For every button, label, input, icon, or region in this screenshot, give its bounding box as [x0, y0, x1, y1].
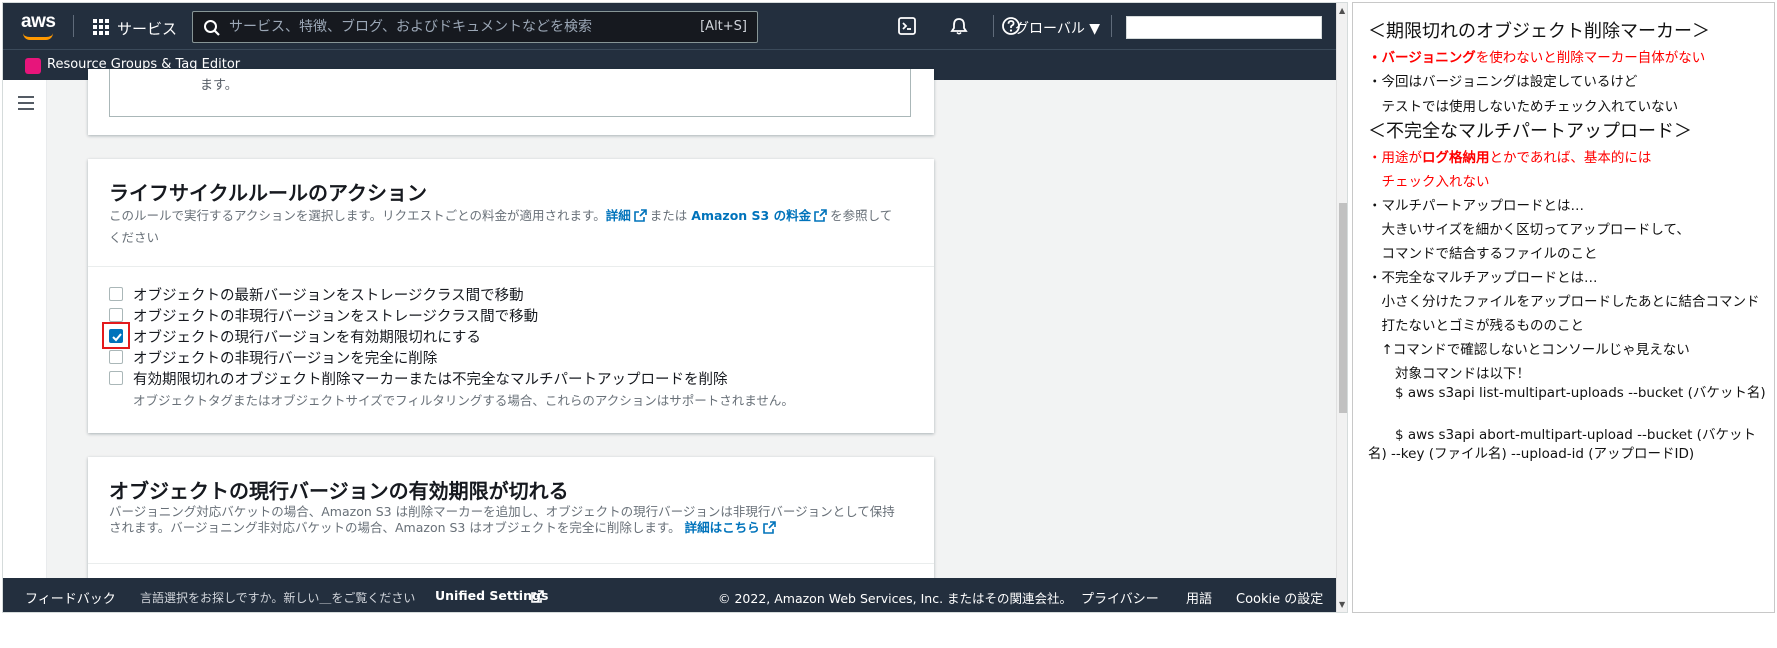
side-navigation-collapsed	[3, 80, 47, 578]
note-line: テストでは使用しないためチェック入れていない	[1368, 99, 1679, 115]
checkbox[interactable]	[109, 287, 123, 301]
external-link-icon	[814, 209, 827, 222]
resource-groups-icon	[25, 58, 41, 74]
checkbox[interactable]	[109, 350, 123, 364]
checkbox[interactable]	[109, 308, 123, 322]
note-line: コマンドで結合するファイルのこと	[1368, 246, 1598, 262]
note-text: ・用途が	[1368, 150, 1422, 166]
cookie-settings-link[interactable]: Cookie の設定	[1236, 588, 1323, 607]
s3-pricing-link[interactable]: Amazon S3 の料金	[691, 208, 811, 223]
note-line: ・今回はバージョニングは設定しているけど	[1368, 74, 1638, 90]
note-line: ・不完全なマルチアップロードとは…	[1368, 270, 1598, 286]
external-link-icon	[633, 209, 647, 222]
note-line: ・用途がログ格納用とかであれば、基本的には	[1368, 146, 1651, 166]
details-link[interactable]: 詳細	[606, 208, 631, 223]
external-link-icon	[531, 590, 544, 603]
search-shortcut-hint: [Alt+S]	[700, 19, 747, 34]
lifecycle-actions-title: ライフサイクルルールのアクション	[109, 181, 427, 205]
description-text: を参照して	[830, 208, 893, 223]
description-text: されます。バージョニング非対応バケットの場合、Amazon S3 はオブジェクト…	[109, 520, 681, 535]
description-text: バージョニング対応バケットの場合、Amazon S3 は削除マーカーを追加し、オ…	[109, 504, 895, 519]
checkbox[interactable]	[109, 371, 123, 385]
section-divider	[88, 266, 934, 267]
previous-section-card: ます。	[88, 69, 934, 135]
notes-heading: ＜不完全なマルチパートアップロード＞	[1368, 121, 1692, 142]
cloudshell-icon[interactable]	[897, 16, 919, 38]
menu-icon[interactable]	[18, 96, 34, 110]
note-line: ・バージョニングを使わないと削除マーカー自体がない	[1368, 46, 1705, 66]
option-note: オブジェクトタグまたはオブジェクトサイズでフィルタリングする場合、これらのアクシ…	[133, 393, 794, 408]
scroll-up-arrow-icon[interactable]: ▲	[1339, 6, 1345, 15]
search-input[interactable]	[229, 16, 669, 38]
search-box[interactable]: [Alt+S]	[192, 11, 758, 43]
section-divider	[88, 563, 934, 564]
note-emphasis: ・バージョニング	[1368, 50, 1476, 66]
description-text: ください	[109, 230, 160, 245]
note-line: ・マルチパートアップロードとは…	[1368, 198, 1584, 214]
command-line: $ aws s3api list-multipart-uploads --buc…	[1368, 385, 1766, 401]
page-scrollbar[interactable]: ▲ ▼	[1336, 3, 1347, 612]
annotation-notes-panel: ＜期限切れのオブジェクト削除マーカー＞ ・バージョニングを使わないと削除マーカー…	[1352, 2, 1775, 613]
option-label: オブジェクトの最新バージョンをストレージクラス間で移動	[133, 288, 524, 304]
note-line: 打たないとゴミが残るもののこと	[1368, 318, 1584, 334]
scrollbar-thumb[interactable]	[1339, 203, 1347, 413]
note-line: 対象コマンドは以下！	[1368, 366, 1530, 382]
terms-link[interactable]: 用語	[1186, 588, 1212, 607]
top-navigation-bar: aws サービス [Alt+S] グローバル ▼	[3, 3, 1336, 49]
scroll-down-arrow-icon[interactable]: ▼	[1339, 600, 1345, 609]
nav-divider	[73, 15, 74, 37]
feedback-link[interactable]: フィードバック	[25, 588, 116, 607]
previous-info-text: ます。	[200, 78, 238, 93]
account-menu[interactable]	[1126, 16, 1322, 39]
nav-divider	[993, 15, 994, 37]
lifecycle-actions-description: このルールで実行するアクションを選択します。リクエストごとの料金が適用されます。…	[109, 205, 909, 249]
note-line: チェック入れない	[1368, 174, 1490, 190]
lifecycle-actions-card: ライフサイクルルールのアクション このルールで実行するアクションを選択します。リ…	[88, 159, 934, 433]
language-notice: 言語選択をお探しですか。新しい＿をご覧ください	[140, 591, 416, 605]
description-text: または	[649, 208, 688, 223]
region-selector[interactable]: グローバル ▼	[1015, 18, 1100, 38]
services-menu-button[interactable]: サービス	[117, 18, 177, 39]
aws-logo-smile	[23, 33, 53, 40]
services-grid-icon[interactable]	[93, 19, 109, 35]
note-line: 小さく分けたファイルをアップロードしたあとに結合コマンド	[1368, 294, 1760, 310]
checkmark-icon	[112, 333, 122, 342]
note-line: ↑コマンドで確認しないとコンソールじゃ見えない	[1368, 342, 1690, 358]
option-label: オブジェクトの非現行バージョンを完全に削除	[133, 351, 438, 367]
option-label: 有効期限切れのオブジェクト削除マーカーまたは不完全なマルチパートアップロードを削…	[133, 372, 728, 388]
note-emphasis: ログ格納用	[1422, 150, 1490, 166]
checkbox-checked[interactable]	[109, 329, 123, 343]
search-icon	[203, 19, 221, 37]
note-text: とかであれば、基本的には	[1489, 150, 1652, 166]
bell-icon[interactable]	[949, 16, 971, 38]
previous-info-box: ます。	[109, 69, 911, 117]
console-footer: フィードバック 言語選択をお探しですか。新しい＿をご覧ください Unified …	[3, 578, 1336, 612]
learn-more-link[interactable]: 詳細はこちら	[685, 520, 760, 535]
expire-section-description: バージョニング対応バケットの場合、Amazon S3 は削除マーカーを追加し、オ…	[109, 504, 909, 536]
option-label: オブジェクトの現行バージョンを有効期限切れにする	[133, 330, 481, 346]
note-text: を使わないと削除マーカー自体がない	[1475, 50, 1706, 66]
expire-section-title: オブジェクトの現行バージョンの有効期限が切れる	[109, 479, 569, 503]
option-label: オブジェクトの非現行バージョンをストレージクラス間で移動	[133, 309, 539, 325]
privacy-link[interactable]: プライバシー	[1081, 588, 1159, 607]
nav-divider	[1111, 15, 1112, 37]
note-line: 大きいサイズを細かく区切ってアップロードして、	[1368, 222, 1690, 238]
external-link-icon	[762, 521, 776, 534]
aws-logo[interactable]: aws	[21, 11, 56, 33]
copyright-text: © 2022, Amazon Web Services, Inc. またはその関…	[718, 591, 1073, 606]
description-text: このルールで実行するアクションを選択します。リクエストごとの料金が適用されます。	[109, 208, 606, 223]
aws-console-window: aws サービス [Alt+S] グローバル ▼ Resource Groups…	[2, 2, 1348, 613]
command-line: $ aws s3api abort-multipart-upload --buc…	[1368, 427, 1756, 462]
notes-heading: ＜期限切れのオブジェクト削除マーカー＞	[1368, 21, 1710, 42]
